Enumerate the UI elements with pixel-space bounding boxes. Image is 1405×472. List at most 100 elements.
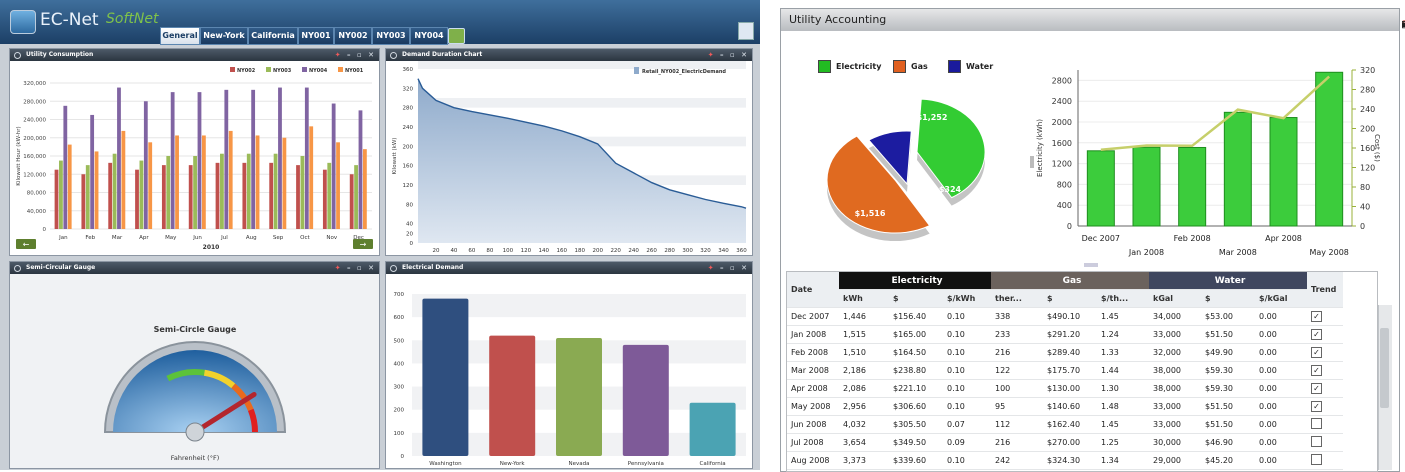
- table-cell: 1.45: [1097, 415, 1149, 434]
- x-tick-label: 340: [718, 248, 729, 254]
- y-axis-label: Electricity (kWh): [1036, 119, 1044, 177]
- y-tick-label: 360: [403, 67, 414, 73]
- x-tick-label: Sep: [273, 235, 284, 241]
- panel-window-controls[interactable]: ✦ – ▫ ✕: [335, 49, 376, 61]
- scrollbar-thumb[interactable]: [1380, 328, 1389, 408]
- table-row[interactable]: Jun 2008 4,032 $305.50 0.07 112 $162.40 1.45 33…: [787, 415, 1343, 434]
- table-cell: 122: [991, 361, 1043, 380]
- y-tick-label: 280,000: [23, 99, 46, 105]
- table-row[interactable]: Jul 2008 3,654 $349.50 0.09 216 $270.00 1.25 30…: [787, 433, 1343, 452]
- trend-checkbox[interactable]: ✓: [1311, 329, 1322, 340]
- table-row[interactable]: Aug 2008 3,373 $339.60 0.10 242 $324.30 1.34 29…: [787, 451, 1343, 470]
- bar-washington: [422, 298, 469, 456]
- panel-window-controls[interactable]: ✦ – ▫ ✕: [708, 49, 749, 61]
- trend-checkbox[interactable]: [1311, 454, 1322, 465]
- x-tick-label: Dec 2007: [1082, 234, 1120, 243]
- table-row[interactable]: Dec 2007 1,446 $156.40 0.10 338 $490.10 1.45 34…: [787, 307, 1343, 326]
- y-tick-label: 120: [403, 183, 414, 189]
- x-tick-label: 60: [468, 248, 475, 254]
- trend-checkbox-cell[interactable]: ✓: [1307, 361, 1343, 380]
- trend-checkbox[interactable]: [1311, 418, 1322, 429]
- column-header[interactable]: $: [1043, 289, 1097, 308]
- add-tab-icon[interactable]: [448, 28, 465, 44]
- resize-handle[interactable]: [1030, 156, 1034, 168]
- column-header[interactable]: kGal: [1149, 289, 1201, 308]
- table-row[interactable]: Feb 2008 1,510 $164.50 0.10 216 $289.40 1.33 32…: [787, 343, 1343, 362]
- bar-ny002: [188, 165, 193, 229]
- y-tick-label: 400: [1057, 201, 1072, 210]
- table-cell: May 2008: [787, 397, 839, 416]
- pin-icon[interactable]: ✦: [335, 51, 343, 59]
- column-header-date[interactable]: Date: [787, 272, 839, 308]
- panel-status-icon: [14, 52, 21, 59]
- trend-checkbox-cell[interactable]: ✓: [1307, 397, 1343, 416]
- table-cell: 29,000: [1149, 451, 1201, 470]
- tab-general[interactable]: General: [160, 27, 200, 45]
- x-tick-label: Apr 2008: [1265, 234, 1302, 243]
- table-cell: 33,000: [1149, 397, 1201, 416]
- legend-swatch: [948, 60, 961, 73]
- table-row[interactable]: Jan 2008 1,515 $165.00 0.10 233 $291.20 1.24 33…: [787, 325, 1343, 344]
- tab-new-york[interactable]: New-York: [200, 27, 248, 45]
- x-tick-label: 200: [592, 248, 603, 254]
- splitter-handle[interactable]: [1084, 263, 1098, 267]
- panel-title-text: Semi-Circular Gauge: [26, 264, 96, 271]
- close-icon[interactable]: ⊠: [1401, 18, 1405, 31]
- trend-checkbox-cell[interactable]: ✓: [1307, 379, 1343, 398]
- trend-checkbox[interactable]: ✓: [1311, 365, 1322, 376]
- pin-icon[interactable]: ✦: [708, 51, 716, 59]
- column-header[interactable]: $/kWh: [943, 289, 991, 308]
- legend-label: Electricity: [836, 62, 882, 71]
- trend-checkbox-cell[interactable]: ✓: [1307, 307, 1343, 326]
- trend-checkbox[interactable]: ✓: [1311, 311, 1322, 322]
- panel-window-controls[interactable]: ✦ – ▫ ✕: [708, 262, 749, 274]
- column-header[interactable]: $/kGal: [1255, 289, 1307, 308]
- table-cell: $162.40: [1043, 415, 1097, 434]
- bar-pennsylvania: [622, 344, 669, 456]
- table-row[interactable]: May 2008 2,956 $306.60 0.10 95 $140.60 1.48 33,…: [787, 397, 1343, 416]
- trend-checkbox-cell[interactable]: [1307, 415, 1343, 434]
- column-header-trend[interactable]: Trend: [1307, 272, 1343, 308]
- document-icon[interactable]: [738, 22, 754, 40]
- y-tick-label: 80,000: [27, 191, 47, 197]
- trend-checkbox-cell[interactable]: [1307, 433, 1343, 452]
- pin-icon[interactable]: ✦: [708, 264, 716, 272]
- column-header[interactable]: kWh: [839, 289, 889, 308]
- trend-checkbox[interactable]: ✓: [1311, 401, 1322, 412]
- table-row[interactable]: Mar 2008 2,186 $238.80 0.10 122 $175.70 1.44 38…: [787, 361, 1343, 380]
- table-cell: 2,086: [839, 379, 889, 398]
- trend-checkbox[interactable]: ✓: [1311, 347, 1322, 358]
- tab-ny003[interactable]: NY003: [372, 27, 410, 45]
- panel-window-controls[interactable]: ✦ – ▫ ✕: [335, 262, 376, 274]
- table-cell: $349.50: [889, 433, 943, 452]
- table-cell: 0.07: [943, 415, 991, 434]
- x-tick-label: Feb: [85, 235, 95, 241]
- table-cell: 3,654: [839, 433, 889, 452]
- trend-checkbox[interactable]: ✓: [1311, 383, 1322, 394]
- column-header[interactable]: $: [1201, 289, 1255, 308]
- table-cell: Feb 2008: [787, 343, 839, 362]
- demand-duration-chart: 0 20 40 80 120 160 200 240 280 320 360 20 40 60 80 100 1…: [386, 59, 752, 255]
- y-tick-label: 600: [394, 315, 405, 321]
- y-tick-label: 400: [394, 361, 405, 367]
- tab-ny001[interactable]: NY001: [298, 27, 334, 45]
- column-header[interactable]: $: [889, 289, 943, 308]
- tab-california[interactable]: California: [248, 27, 298, 45]
- table-row[interactable]: Apr 2008 2,086 $221.10 0.10 100 $130.00 1.30 38…: [787, 379, 1343, 398]
- bar-ny001: [175, 135, 179, 229]
- trend-checkbox[interactable]: [1311, 436, 1322, 447]
- pin-icon[interactable]: ✦: [335, 264, 343, 272]
- trend-checkbox-cell[interactable]: [1307, 451, 1343, 470]
- tab-ny002[interactable]: NY002: [334, 27, 372, 45]
- column-header[interactable]: $/th...: [1097, 289, 1149, 308]
- table-cell: 34,000: [1149, 307, 1201, 326]
- column-header[interactable]: ther...: [991, 289, 1043, 308]
- trend-checkbox-cell[interactable]: ✓: [1307, 325, 1343, 344]
- tab-ny004[interactable]: NY004: [410, 27, 448, 45]
- x-tick-label: Jul: [220, 235, 228, 241]
- table-cell: 1.24: [1097, 325, 1149, 344]
- bar-dec-2007: [1086, 150, 1115, 227]
- trend-checkbox-cell[interactable]: ✓: [1307, 343, 1343, 362]
- table-cell: $175.70: [1043, 361, 1097, 380]
- table-cell: 2,186: [839, 361, 889, 380]
